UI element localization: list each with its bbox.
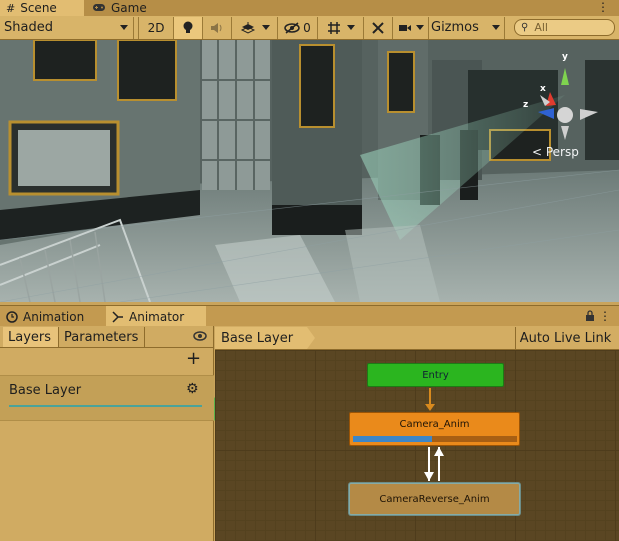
search-placeholder: All: [534, 21, 548, 34]
scene-viewport[interactable]: y x z < Persp: [0, 40, 619, 302]
tab-game[interactable]: Game: [86, 0, 166, 16]
chevron-down-icon: [415, 25, 424, 30]
projection-toggle[interactable]: < Persp: [532, 145, 579, 159]
lighting-toggle-button[interactable]: [174, 16, 203, 39]
tab-scene[interactable]: # Scene: [0, 0, 84, 16]
speaker-icon: [211, 22, 222, 33]
tab-layers-label: Layers: [8, 329, 52, 345]
clock-icon: [6, 310, 18, 323]
gizmos-label: Gizmos: [431, 20, 479, 35]
camera-settings-dropdown[interactable]: [393, 16, 429, 39]
gizmos-dropdown[interactable]: Gizmos: [429, 16, 505, 39]
draw-mode-label: Shaded: [4, 20, 53, 35]
scene-render: [0, 40, 619, 302]
state-progress-fill: [353, 436, 432, 442]
hidden-objects-toggle[interactable]: 0: [278, 16, 318, 39]
auto-live-link-label: Auto Live Link: [519, 330, 612, 346]
grid-snap-dropdown[interactable]: [318, 16, 364, 39]
tab-parameters[interactable]: Parameters: [59, 327, 145, 347]
animator-icon: [112, 310, 123, 323]
chevron-down-icon: [261, 25, 270, 30]
state-progress-bar: [353, 436, 517, 442]
layer-weight-bar: [9, 405, 202, 407]
scene-toolbar: Shaded 2D 0 Gizmos ⚲ All: [0, 16, 619, 40]
tab-parameters-label: Parameters: [64, 329, 139, 345]
effects-dropdown[interactable]: [232, 16, 278, 39]
gamepad-icon: [92, 2, 106, 15]
lock-icon[interactable]: [585, 310, 595, 325]
toggle-2d-label: 2D: [147, 20, 165, 35]
add-layer-button[interactable]: +: [186, 350, 201, 368]
lightbulb-icon: [183, 21, 193, 33]
layers-effects-icon: [240, 22, 255, 34]
state-camera-reverse-anim[interactable]: CameraReverse_Anim: [349, 483, 520, 515]
grid-snap-icon: [327, 21, 340, 34]
layers-panel-tabs: Layers Parameters: [0, 326, 214, 348]
state-machine-graph[interactable]: Entry Camera_Anim CameraReverse_Anim: [215, 350, 619, 541]
audio-toggle-button[interactable]: [203, 16, 232, 39]
tab-layers[interactable]: Layers: [3, 327, 59, 347]
scene-search-input[interactable]: ⚲ All: [514, 19, 615, 36]
chevron-down-icon: [120, 24, 128, 30]
search-icon: ⚲: [521, 22, 529, 33]
layer-row[interactable]: Base Layer ⚙: [0, 375, 214, 421]
eye-hidden-icon: [284, 21, 300, 34]
tools-icon: [372, 21, 384, 34]
axis-z-label: z: [523, 100, 529, 110]
eye-icon[interactable]: [193, 330, 207, 344]
lower-tab-strip: Animation Animator ⋮: [0, 305, 619, 327]
top-tab-strip: # Scene Game ⋮: [0, 0, 619, 16]
layers-panel: Layers Parameters + Base Layer ⚙: [0, 326, 214, 541]
layer-name: Base Layer: [9, 383, 82, 398]
toggle-2d-button[interactable]: 2D: [138, 16, 174, 39]
draw-mode-dropdown[interactable]: Shaded: [0, 16, 134, 39]
breadcrumb[interactable]: Base Layer: [215, 327, 307, 349]
tab-animator-label: Animator: [129, 309, 185, 324]
state-camera-anim[interactable]: Camera_Anim: [349, 412, 520, 446]
grid-icon: #: [6, 1, 16, 15]
chevron-down-icon: [346, 25, 355, 30]
breadcrumb-arrow: [307, 327, 315, 349]
state-entry-label: Entry: [422, 369, 449, 381]
tools-button[interactable]: [364, 16, 393, 39]
auto-live-link-button[interactable]: Auto Live Link: [515, 327, 615, 349]
tab-animator[interactable]: Animator: [106, 306, 206, 327]
tab-animation[interactable]: Animation: [0, 306, 104, 327]
axis-x-label: x: [540, 84, 546, 94]
camera-icon: [398, 24, 411, 31]
state-camera-anim-label: Camera_Anim: [399, 419, 470, 430]
axis-y-label: y: [562, 52, 568, 62]
tab-game-label: Game: [111, 1, 147, 15]
chevron-down-icon: [492, 25, 500, 30]
state-camera-reverse-label: CameraReverse_Anim: [379, 493, 490, 505]
tab-scene-label: Scene: [20, 1, 57, 15]
breadcrumb-label: Base Layer: [221, 330, 294, 346]
hidden-count: 0: [303, 20, 311, 35]
more-options-icon[interactable]: ⋮: [599, 309, 611, 323]
tab-animation-label: Animation: [23, 309, 85, 324]
graph-toolbar: Base Layer Auto Live Link: [215, 326, 619, 350]
more-options-icon[interactable]: ⋮: [597, 0, 609, 14]
state-entry[interactable]: Entry: [367, 363, 504, 387]
gear-icon[interactable]: ⚙: [186, 381, 199, 397]
